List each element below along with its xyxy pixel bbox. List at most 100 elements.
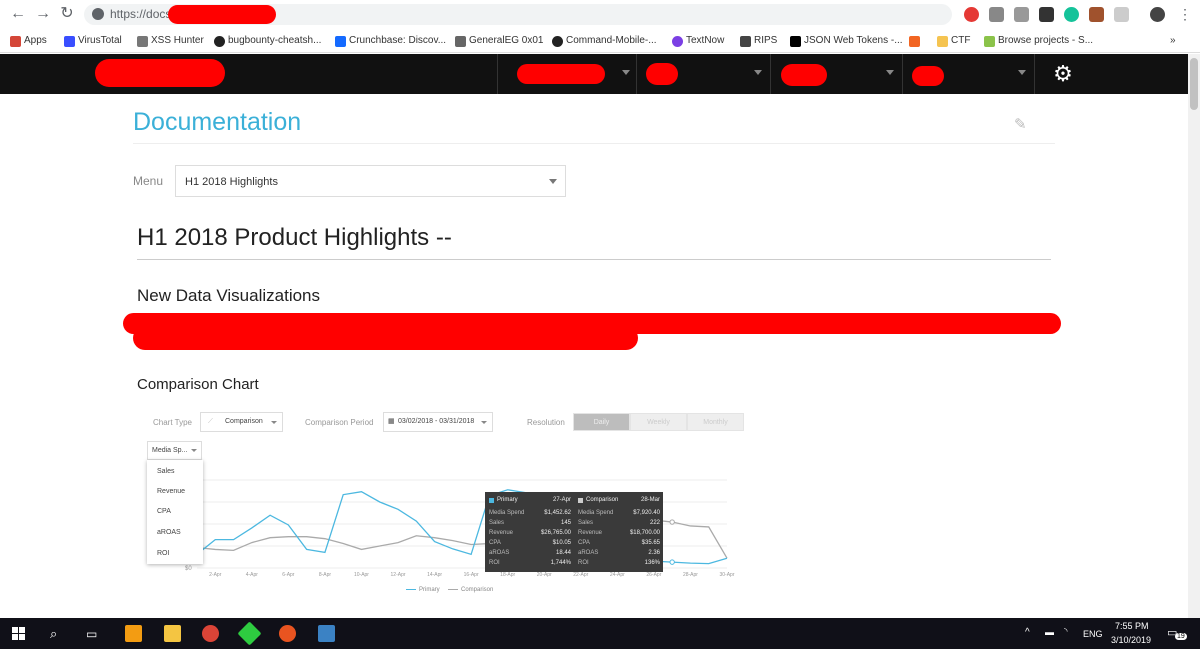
- app-icon[interactable]: [237, 621, 262, 646]
- address-bar[interactable]: https://docs: [84, 4, 952, 25]
- resolution-daily[interactable]: Daily: [573, 413, 630, 431]
- menu-icon[interactable]: ⋮: [1176, 5, 1194, 23]
- clock-time[interactable]: 7:55 PM: [1115, 621, 1149, 631]
- chevron-up-icon[interactable]: ^: [1025, 627, 1030, 638]
- file-explorer-icon[interactable]: [164, 625, 181, 642]
- nav-menu-redacted[interactable]: [646, 63, 678, 85]
- scrollbar-thumb[interactable]: [1190, 58, 1198, 110]
- tooltip-metric-label: Revenue: [578, 530, 603, 536]
- bookmarks-bar: Apps VirusTotal XSS Hunter bugbounty-che…: [0, 29, 1200, 53]
- x-tick-label: 16-Apr: [464, 572, 479, 578]
- search-icon[interactable]: ⌕: [50, 626, 57, 642]
- extension-icon[interactable]: [1114, 7, 1129, 22]
- language-indicator[interactable]: ENG: [1083, 629, 1103, 639]
- ubuntu-icon[interactable]: [279, 625, 296, 642]
- tooltip-header: Primary 27-Apr: [489, 496, 571, 506]
- remote-desktop-icon[interactable]: [318, 625, 335, 642]
- bookmark-item[interactable]: Browse projects - S...: [984, 33, 1093, 49]
- task-view-icon[interactable]: ▭: [86, 627, 97, 641]
- metric-option-cpa[interactable]: CPA: [157, 508, 171, 515]
- bookmark-item[interactable]: Command-Mobile-...: [552, 33, 657, 49]
- bookmark-label: GeneralEG 0x01: [469, 35, 544, 46]
- divider: [770, 54, 771, 94]
- tooltip-row: aROAS 18.44: [489, 550, 571, 560]
- tooltip-metric-value: 136%: [644, 560, 660, 566]
- page-title: Documentation: [133, 108, 302, 136]
- legend-swatch: [448, 588, 458, 590]
- xss-icon: [137, 36, 148, 47]
- reload-icon[interactable]: ↻: [58, 5, 76, 23]
- bookmark-item[interactable]: RIPS: [740, 33, 777, 49]
- tooltip-metric-value: 2.36: [648, 550, 660, 556]
- sublime-text-icon[interactable]: [125, 625, 142, 642]
- more-bookmarks-button[interactable]: »: [1170, 33, 1176, 49]
- bookmark-item[interactable]: Crunchbase: Discov...: [335, 33, 446, 49]
- gear-icon[interactable]: ⚙: [1051, 62, 1075, 86]
- legend-label: Comparison: [461, 587, 494, 593]
- hover-point[interactable]: [669, 519, 675, 525]
- bookmark-item[interactable]: bugbounty-cheatsh...: [214, 33, 321, 49]
- nav-menu-redacted[interactable]: [781, 64, 827, 86]
- chrome-icon[interactable]: [202, 625, 219, 642]
- bookmark-label: VirusTotal: [78, 35, 122, 46]
- folder-icon: [937, 36, 948, 47]
- chart-type-label: Chart Type: [153, 418, 192, 427]
- bookmark-item[interactable]: VirusTotal: [64, 33, 122, 49]
- forward-icon[interactable]: →: [34, 5, 52, 23]
- resolution-weekly[interactable]: Weekly: [630, 413, 687, 431]
- redaction: [133, 326, 638, 350]
- bookmark-item[interactable]: JSON Web Tokens -...: [790, 33, 903, 49]
- bookmark-item[interactable]: CTF: [937, 33, 970, 49]
- extension-icon[interactable]: [964, 7, 979, 22]
- menu-select[interactable]: H1 2018 Highlights: [175, 165, 566, 197]
- period-picker[interactable]: ▦ 03/02/2018 - 03/31/2018: [383, 412, 493, 432]
- legend-primary[interactable]: Primary: [406, 587, 440, 593]
- chart-type-value: Comparison: [225, 418, 263, 425]
- site-info-icon[interactable]: [92, 8, 104, 20]
- metric-option-sales[interactable]: Sales: [157, 468, 175, 475]
- legend-swatch: [406, 588, 416, 590]
- bookmark-item[interactable]: GeneralEG 0x01: [455, 33, 544, 49]
- edit-icon[interactable]: ✎: [1014, 115, 1027, 133]
- metric-select[interactable]: Media Sp...: [147, 441, 202, 460]
- hover-point[interactable]: [669, 559, 675, 565]
- camera-icon[interactable]: [989, 7, 1004, 22]
- chevron-down-icon[interactable]: [622, 70, 630, 75]
- resolution-label: Resolution: [527, 418, 565, 427]
- nav-menu-redacted[interactable]: [517, 64, 605, 84]
- incognito-icon[interactable]: [1039, 7, 1054, 22]
- bookmark-item[interactable]: [909, 33, 923, 49]
- tooltip-metric-label: Revenue: [489, 530, 514, 536]
- legend-comparison[interactable]: Comparison: [448, 587, 493, 593]
- wifi-icon[interactable]: ◝: [1064, 626, 1068, 637]
- chevron-down-icon[interactable]: [1018, 70, 1026, 75]
- metric-option-roi[interactable]: ROI: [157, 550, 169, 557]
- nav-menu-redacted[interactable]: [912, 66, 944, 86]
- tooltip-metric-label: aROAS: [578, 550, 599, 556]
- chevron-down-icon[interactable]: [886, 70, 894, 75]
- tooltip-metric-value: 145: [560, 520, 571, 526]
- grammarly-icon[interactable]: [1064, 7, 1079, 22]
- chevron-down-icon[interactable]: [754, 70, 762, 75]
- extension-icon[interactable]: [1089, 7, 1104, 22]
- avatar[interactable]: [1150, 7, 1165, 22]
- scrollbar[interactable]: [1188, 54, 1200, 618]
- back-icon[interactable]: ←: [9, 5, 27, 23]
- battery-icon[interactable]: ▬: [1045, 627, 1054, 637]
- jwt-icon: [790, 36, 801, 47]
- period-label: Comparison Period: [305, 418, 374, 427]
- windows-start-icon[interactable]: [12, 627, 25, 640]
- chart-type-select[interactable]: ⟋ Comparison: [200, 412, 283, 432]
- metric-option-aroas[interactable]: aROAS: [157, 529, 181, 536]
- bookmark-item[interactable]: TextNow: [672, 33, 724, 49]
- clock-date[interactable]: 3/10/2019: [1111, 635, 1151, 645]
- tooltip-row: CPA $35.65: [578, 540, 660, 550]
- line-chart-icon: ⟋: [208, 418, 213, 425]
- tooltip-header: Comparison 28-Mar: [578, 496, 660, 506]
- bookmark-label: Crunchbase: Discov...: [349, 35, 447, 46]
- resolution-monthly[interactable]: Monthly: [687, 413, 744, 431]
- metric-option-revenue[interactable]: Revenue: [157, 488, 185, 495]
- bookmark-item[interactable]: XSS Hunter: [137, 33, 204, 49]
- facebook-icon[interactable]: [1014, 7, 1029, 22]
- bookmark-item[interactable]: Apps: [10, 33, 47, 49]
